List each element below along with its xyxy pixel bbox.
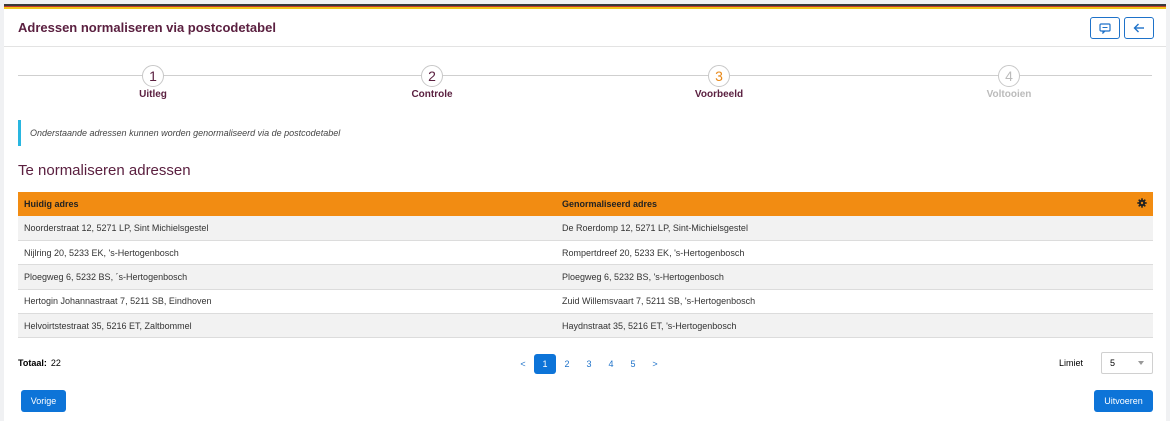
info-callout: Onderstaande adressen kunnen worden geno…	[18, 120, 1152, 146]
step-controle[interactable]: 2 Controle	[372, 65, 492, 100]
addresses-table: Huidig adres Genormaliseerd adres Noorde…	[18, 192, 1153, 338]
column-settings-button[interactable]	[1131, 192, 1153, 216]
total-label: Totaal:	[18, 358, 47, 368]
previous-button[interactable]: Vorige	[21, 390, 66, 412]
pagination-next[interactable]: >	[644, 359, 666, 369]
cell-current-address: Hertogin Johannastraat 7, 5211 SB, Eindh…	[24, 296, 212, 307]
cell-normalized-address: Ploegweg 6, 5232 BS, 's-Hertogenbosch	[562, 271, 724, 282]
table-row: Noorderstraat 12, 5271 LP, Sint Michiels…	[18, 216, 1153, 241]
wizard-steps: 1 Uitleg 2 Controle 3 Voorbeeld 4 Voltoo…	[4, 47, 1166, 117]
step-voltooien: 4 Voltooien	[949, 65, 1069, 100]
pagination-page[interactable]: 5	[622, 359, 644, 369]
step-voorbeeld[interactable]: 3 Voorbeeld	[659, 65, 779, 100]
pagination-prev[interactable]: <	[512, 359, 534, 369]
step-label: Voorbeeld	[694, 89, 744, 100]
gear-icon	[1137, 198, 1147, 208]
comment-icon	[1099, 22, 1111, 34]
table-row: Nijlring 20, 5233 EK, 's-Hertogenbosch R…	[18, 240, 1153, 265]
step-label: Controle	[411, 89, 453, 100]
column-header-normalized[interactable]: Genormaliseerd adres	[556, 192, 1131, 216]
cell-normalized-address: De Roerdomp 12, 5271 LP, Sint-Michielsge…	[562, 222, 748, 233]
section-title: Te normaliseren adressen	[18, 162, 191, 179]
step-uitleg[interactable]: 1 Uitleg	[93, 65, 213, 100]
column-header-current[interactable]: Huidig adres	[18, 192, 556, 216]
table-footer: Totaal: 22 < 1 2 3 4 5 > Limiet 5	[18, 352, 1153, 374]
cell-normalized-address: Haydnstraat 35, 5216 ET, 's-Hertogenbosc…	[562, 320, 737, 331]
step-label: Voltooien	[986, 89, 1032, 100]
limit-value: 5	[1110, 358, 1116, 368]
cell-current-address: Nijlring 20, 5233 EK, 's-Hertogenbosch	[24, 247, 179, 258]
cell-current-address: Ploegweg 6, 5232 BS, ´s-Hertogenbosch	[24, 271, 188, 282]
table-row: Ploegweg 6, 5232 BS, ´s-Hertogenbosch Pl…	[18, 264, 1153, 290]
total-count: Totaal: 22	[18, 358, 61, 368]
back-button[interactable]	[1124, 17, 1154, 39]
arrow-left-icon	[1133, 23, 1144, 33]
cell-current-address: Noorderstraat 12, 5271 LP, Sint Michiels…	[24, 222, 209, 233]
pagination-page[interactable]: 2	[556, 359, 578, 369]
cell-current-address: Helvoirtstestraat 35, 5216 ET, Zaltbomme…	[24, 320, 192, 331]
chevron-down-icon	[1138, 361, 1144, 365]
limit-select[interactable]: 5	[1101, 352, 1153, 374]
step-number: 4	[998, 65, 1020, 87]
feedback-button[interactable]	[1090, 17, 1120, 39]
step-number: 2	[421, 65, 443, 87]
pagination-page-current[interactable]: 1	[534, 354, 556, 374]
pagination-page[interactable]: 4	[600, 359, 622, 369]
cell-normalized-address: Rompertdreef 20, 5233 EK, 's-Hertogenbos…	[562, 247, 745, 258]
main-panel: Adressen normaliseren via postcodetabel …	[4, 4, 1166, 421]
panel-header: Adressen normaliseren via postcodetabel	[4, 9, 1166, 47]
pagination: < 1 2 3 4 5 >	[512, 354, 666, 374]
table-row: Hertogin Johannastraat 7, 5211 SB, Eindh…	[18, 289, 1153, 314]
cell-normalized-address: Zuid Willemsvaart 7, 5211 SB, 's-Hertoge…	[562, 296, 756, 307]
step-number: 1	[142, 65, 164, 87]
pagination-page[interactable]: 3	[578, 359, 600, 369]
page-title: Adressen normaliseren via postcodetabel	[18, 20, 276, 35]
total-value: 22	[50, 358, 61, 368]
table-header-row: Huidig adres Genormaliseerd adres	[18, 192, 1153, 216]
limit-label: Limiet	[1059, 358, 1084, 368]
execute-button[interactable]: Uitvoeren	[1094, 390, 1153, 412]
step-number: 3	[708, 65, 730, 87]
table-row: Helvoirtstestraat 35, 5216 ET, Zaltbomme…	[18, 313, 1153, 338]
step-label: Uitleg	[139, 89, 167, 100]
